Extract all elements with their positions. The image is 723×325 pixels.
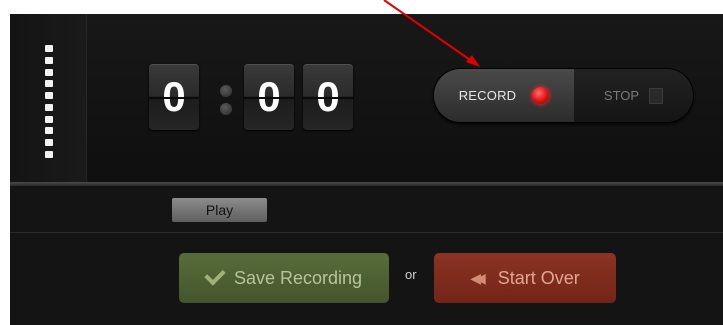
timer-minutes-digit: 0 <box>149 64 199 130</box>
recorder-widget: 0 0 0 RECORD STOP Play Save Recording or <box>10 14 723 325</box>
start-over-label: Start Over <box>497 267 580 288</box>
stop-square-icon <box>649 87 664 104</box>
timer-colon-dot-top <box>220 85 232 97</box>
stop-label: STOP <box>603 88 640 103</box>
save-recording-button[interactable]: Save Recording <box>179 253 389 303</box>
rewind-arrows-icon: ◀◀ <box>470 269 485 286</box>
play-button[interactable]: Play <box>172 198 267 222</box>
save-recording-label: Save Recording <box>233 267 363 288</box>
level-meter-icon <box>45 45 53 158</box>
action-row: Save Recording or ◀◀ Start Over <box>10 233 723 325</box>
or-separator-label: or <box>405 267 417 282</box>
level-meter-panel <box>10 14 87 182</box>
record-button[interactable]: RECORD <box>434 69 574 122</box>
checkmark-icon <box>204 264 226 286</box>
playback-bar: Play <box>10 186 723 233</box>
record-stop-control: RECORD STOP <box>434 69 693 122</box>
timer-seconds-tens-digit: 0 <box>244 64 294 130</box>
timer-colon-dot-bottom <box>220 103 232 115</box>
stop-button[interactable]: STOP <box>574 69 693 122</box>
record-label: RECORD <box>458 88 517 103</box>
start-over-button[interactable]: ◀◀ Start Over <box>434 253 616 303</box>
timer-seconds-ones-digit: 0 <box>303 64 353 130</box>
record-dot-icon <box>532 87 550 104</box>
recorder-top-panel: 0 0 0 RECORD STOP <box>10 14 723 182</box>
